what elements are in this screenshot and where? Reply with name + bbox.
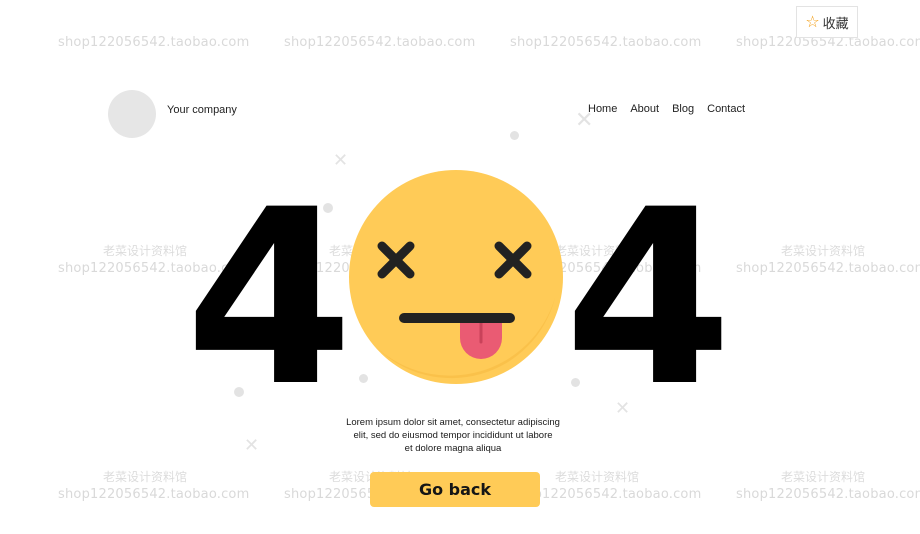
favorite-button[interactable]: ☆ 收藏 <box>796 6 858 38</box>
watermark-text: shop122056542.taobao.com <box>736 487 920 502</box>
error-digit-left: 4 <box>185 158 354 440</box>
watermark-text: shop122056542.taobao.com <box>284 35 476 50</box>
watermark-cn: 老菜设计资料馆 <box>555 470 640 484</box>
star-outline-icon: ☆ <box>805 12 820 31</box>
error-description: Lorem ipsum dolor sit amet, consectetur … <box>310 416 596 455</box>
watermark-text: shop122056542.taobao.com <box>58 487 250 502</box>
company-name[interactable]: Your company <box>167 104 237 116</box>
main-nav: Home About Blog Contact <box>588 103 745 115</box>
dizzy-face-tongue-out-icon <box>349 170 563 384</box>
nav-about[interactable]: About <box>630 103 659 115</box>
watermark-cn: 老菜设计资料馆 <box>103 244 188 258</box>
watermark-cn: 老菜设计资料馆 <box>103 470 188 484</box>
watermark-text: shop122056542.taobao.com <box>736 261 920 276</box>
description-line: elit, sed do eiusmod tempor incididunt u… <box>353 430 553 441</box>
description-line: Lorem ipsum dolor sit amet, consectetur … <box>346 417 560 428</box>
watermark-cn: 老菜设计资料馆 <box>781 470 866 484</box>
nav-contact[interactable]: Contact <box>707 103 745 115</box>
favorite-label: 收藏 <box>822 16 849 32</box>
watermark-text: shop122056542.taobao.com <box>58 35 250 50</box>
decorative-x-icon: ✕ <box>575 108 594 133</box>
decorative-dot <box>510 131 519 140</box>
watermark-text: shop122056542.taobao.com <box>510 35 702 50</box>
nav-blog[interactable]: Blog <box>672 103 694 115</box>
watermark-cn: 老菜设计资料馆 <box>781 244 866 258</box>
go-back-button[interactable]: Go back <box>370 472 540 507</box>
description-line: et dolore magna aliqua <box>404 443 502 454</box>
error-digit-right: 4 <box>564 158 733 440</box>
company-logo[interactable] <box>108 90 156 138</box>
